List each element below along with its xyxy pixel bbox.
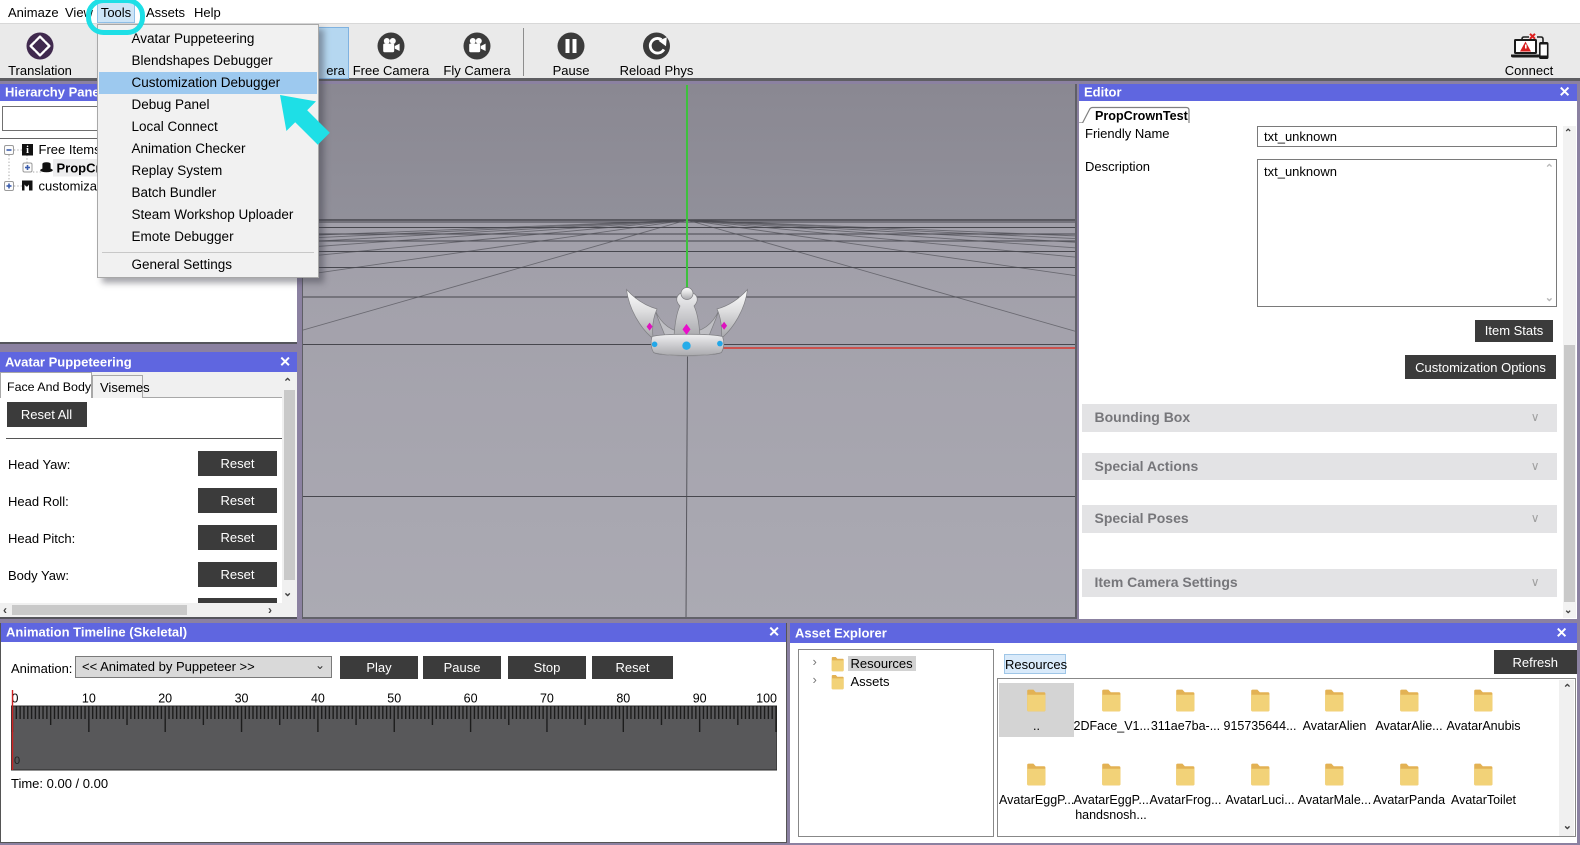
svg-text:Free Items: Free Items	[39, 142, 102, 157]
svg-text:20: 20	[158, 691, 172, 705]
svg-text:10: 10	[82, 691, 96, 705]
svg-text:PropCr: PropCr	[57, 160, 101, 175]
svg-text:customizat: customizat	[39, 178, 102, 193]
svg-text:30: 30	[235, 691, 249, 705]
svg-text:i: i	[26, 145, 29, 156]
svg-text:0: 0	[14, 755, 20, 767]
svg-text:50: 50	[387, 691, 401, 705]
svg-text:60: 60	[464, 691, 478, 705]
svg-text:80: 80	[616, 691, 630, 705]
svg-text:40: 40	[311, 691, 325, 705]
svg-text:90: 90	[693, 691, 707, 705]
svg-text:100: 100	[756, 691, 777, 705]
svg-text:70: 70	[540, 691, 554, 705]
